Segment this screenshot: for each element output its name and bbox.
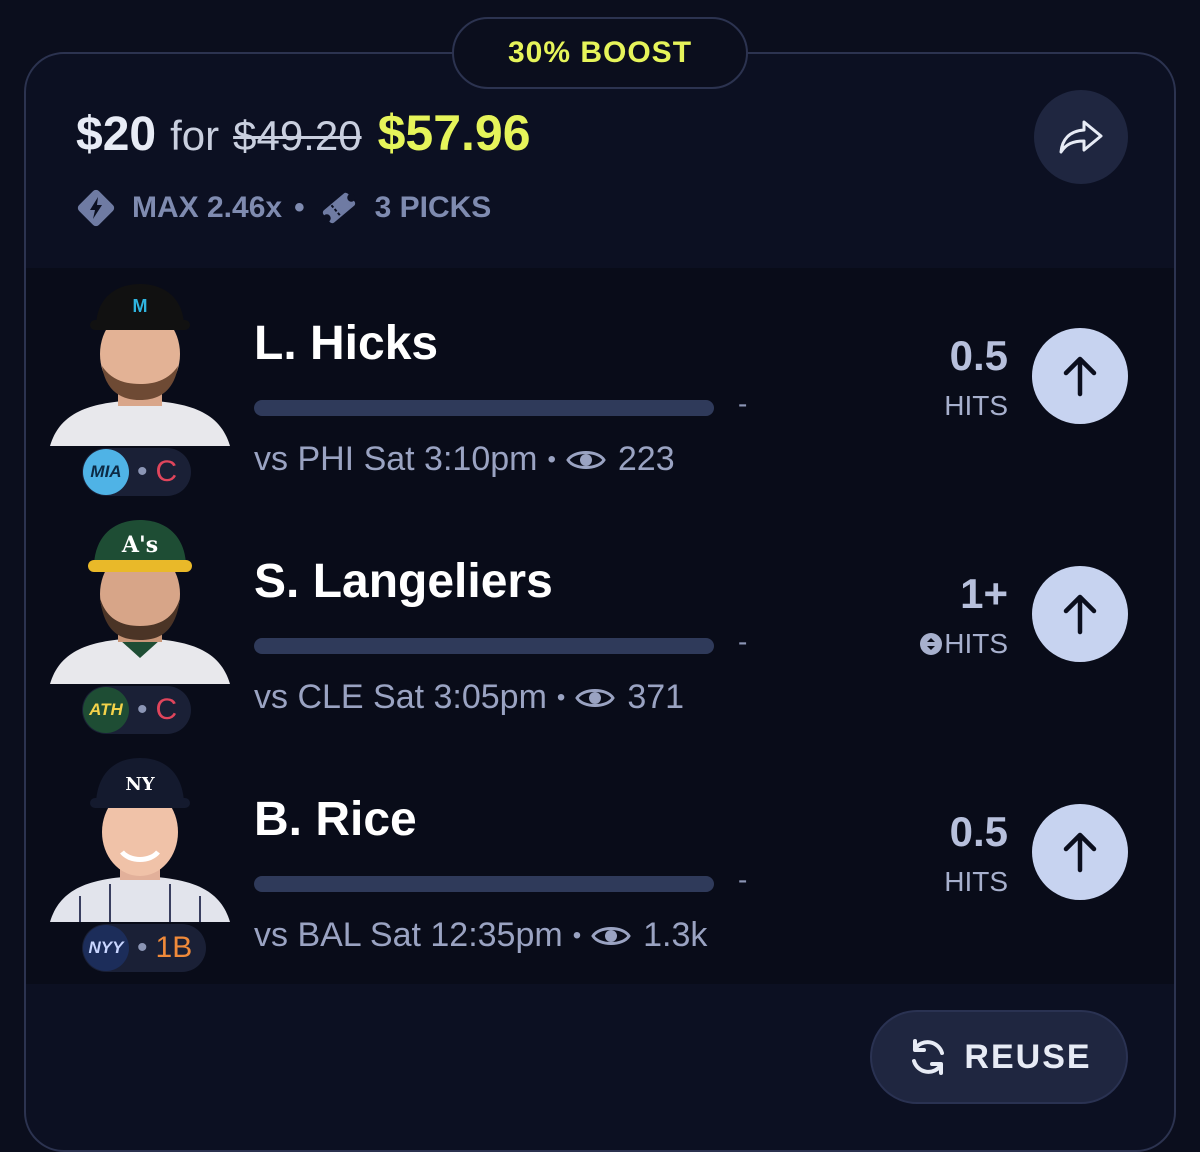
original-payout: $49.20	[233, 112, 362, 159]
game-separator: •	[556, 683, 566, 711]
view-count: 223	[617, 440, 675, 478]
pick-row-hicks[interactable]: M MIA • C L. Hicks - vs PHI Sat 3:10pm •…	[26, 280, 1174, 518]
pill-dot: •	[137, 931, 148, 964]
progress-bar	[254, 876, 714, 892]
more-button[interactable]	[1032, 328, 1128, 424]
arrow-up-icon	[1063, 356, 1097, 397]
pick-stat: HITS	[944, 390, 1008, 422]
payout-line: $20 for $49.20 $57.96	[76, 104, 531, 162]
max-multiplier: MAX 2.46x	[132, 191, 283, 224]
boosted-payout: $57.96	[377, 105, 531, 161]
game-matchup: vs BAL Sat 12:35pm	[254, 916, 563, 954]
svg-text:NY: NY	[125, 774, 155, 795]
stat-label: HITS	[944, 628, 1008, 659]
arrow-up-icon	[1063, 832, 1097, 873]
stat-label: HITS	[944, 390, 1008, 421]
player-name: L. Hicks	[254, 317, 439, 370]
share-button[interactable]	[1034, 90, 1128, 184]
picks-list: M MIA • C L. Hicks - vs PHI Sat 3:10pm •…	[26, 268, 1174, 984]
player-photo: M	[50, 280, 230, 446]
picks-count: 3 PICKS	[374, 191, 492, 224]
game-matchup: vs CLE Sat 3:05pm	[254, 678, 547, 716]
view-count: 371	[627, 678, 685, 716]
reuse-button[interactable]: REUSE	[870, 1010, 1128, 1104]
meta-separator: •	[294, 191, 305, 224]
lightning-diamond-icon	[77, 189, 115, 227]
game-info: vs CLE Sat 3:05pm • 371	[254, 678, 684, 717]
reuse-label: REUSE	[964, 1037, 1092, 1076]
arrow-up-icon	[1063, 594, 1097, 635]
progress-value: -	[738, 626, 748, 657]
view-count: 1.3k	[643, 916, 708, 954]
pick-line: 0.5	[949, 808, 1008, 855]
player-position: 1B	[155, 931, 193, 964]
swap-icon[interactable]	[920, 633, 943, 655]
player-photo: NY	[50, 756, 230, 922]
eye-icon	[575, 688, 616, 707]
pick-row-langeliers[interactable]: A's ATH • C S. Langeliers - vs CLE Sat 3…	[26, 518, 1174, 756]
more-button[interactable]	[1032, 804, 1128, 900]
game-info: vs BAL Sat 12:35pm • 1.3k	[254, 916, 707, 955]
stake-amount: $20	[76, 108, 157, 161]
game-separator: •	[572, 921, 582, 949]
svg-text:A's: A's	[121, 532, 158, 558]
refresh-icon	[912, 1039, 945, 1075]
share-arrow-icon	[1059, 120, 1103, 154]
game-separator: •	[547, 445, 556, 473]
progress-bar	[254, 638, 714, 654]
team-logo-nyy: NYY	[83, 925, 129, 971]
pick-line: 0.5	[949, 332, 1008, 379]
player-name: S. Langeliers	[254, 555, 553, 608]
player-name: B. Rice	[254, 793, 417, 846]
progress-bar	[254, 400, 714, 416]
game-matchup: vs PHI Sat 3:10pm	[254, 440, 538, 478]
pick-stat: HITS	[920, 628, 1008, 660]
pick-stat: HITS	[944, 866, 1008, 898]
team-position-pill: MIA • C	[82, 448, 192, 496]
eye-icon	[566, 450, 606, 469]
pick-row-rice[interactable]: NY NYY • 1B B. Rice - vs BAL Sat 12:35pm…	[26, 756, 1174, 994]
svg-text:M: M	[133, 296, 148, 316]
player-position: C	[155, 693, 178, 726]
progress-value: -	[738, 388, 748, 419]
team-logo-mia: MIA	[83, 449, 129, 495]
player-photo: A's	[50, 518, 230, 684]
pick-line: 1+	[960, 570, 1008, 617]
entry-meta: MAX 2.46x • 3 PICKS	[74, 186, 491, 230]
player-position: C	[155, 455, 178, 488]
team-position-pill: NYY • 1B	[82, 924, 207, 972]
game-info: vs PHI Sat 3:10pm • 223	[254, 440, 675, 479]
for-text: for	[170, 112, 220, 159]
eye-icon	[591, 926, 631, 945]
boost-badge: 30% BOOST	[452, 17, 748, 89]
ticket-icon	[322, 192, 355, 224]
stat-label: HITS	[944, 866, 1008, 897]
pill-dot: •	[137, 693, 148, 726]
team-position-pill: ATH • C	[82, 686, 192, 734]
progress-value: -	[738, 864, 748, 895]
team-logo-ath: ATH	[83, 687, 129, 733]
pill-dot: •	[137, 455, 148, 488]
more-button[interactable]	[1032, 566, 1128, 662]
